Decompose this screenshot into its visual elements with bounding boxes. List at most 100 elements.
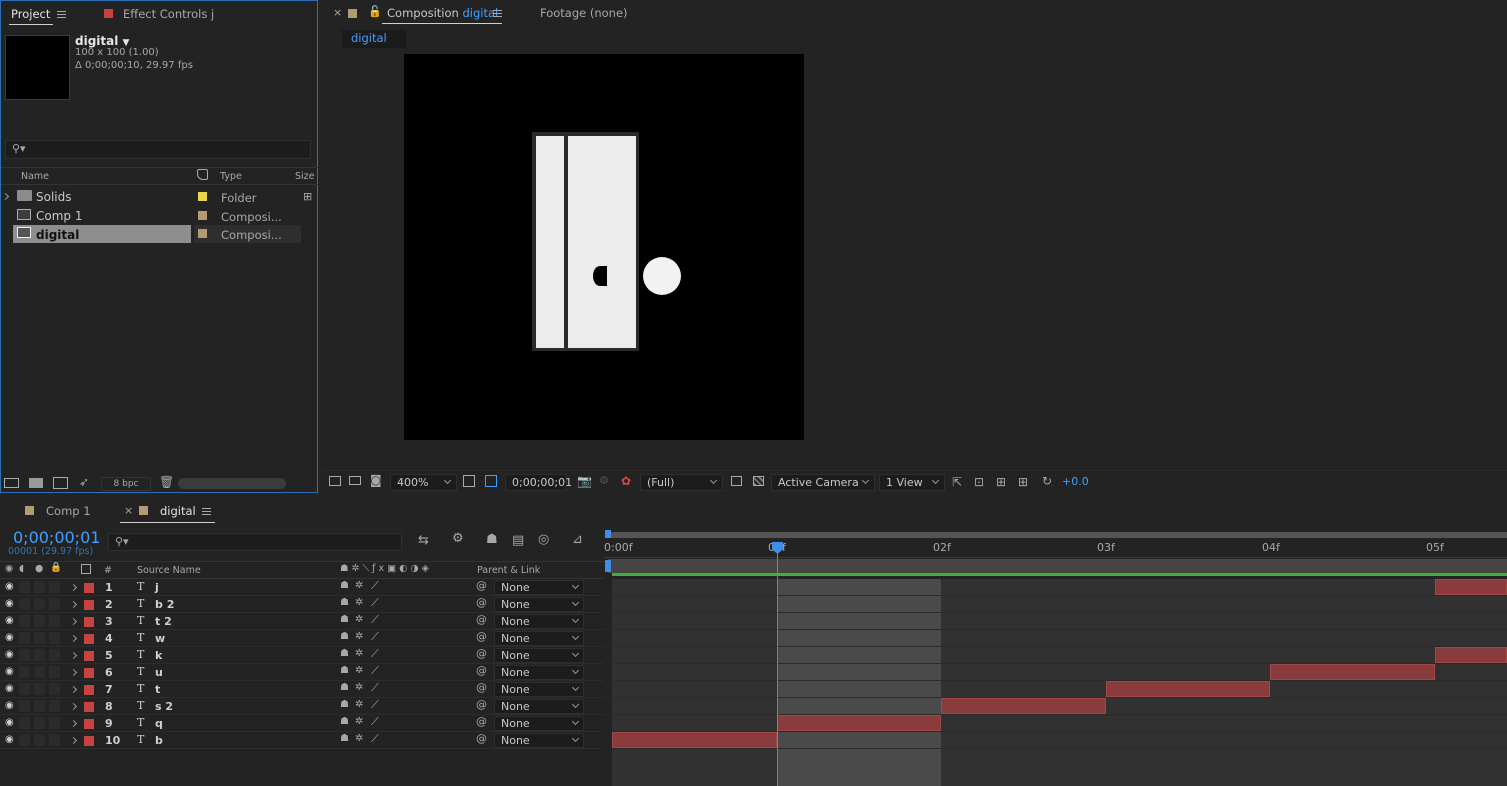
color-channels-icon[interactable]: ✿: [621, 474, 631, 488]
resolution-dropdown[interactable]: (Full): [640, 474, 723, 491]
selected-item-name[interactable]: digital ▼: [75, 34, 129, 48]
eye-icon[interactable]: ◉: [5, 615, 14, 626]
parent-dropdown[interactable]: None: [494, 597, 584, 612]
exposure-value[interactable]: +0.0: [1062, 475, 1089, 488]
parent-pickwhip-icon[interactable]: @: [476, 715, 487, 728]
shy-switch-icon[interactable]: ☗: [340, 733, 349, 744]
checkerboard-icon[interactable]: [753, 476, 764, 486]
layer-name[interactable]: s 2: [155, 700, 173, 713]
camera-dropdown[interactable]: Active Camera: [771, 474, 875, 491]
shy-switch-icon[interactable]: ☗: [340, 648, 349, 659]
audio-toggle[interactable]: [19, 700, 30, 712]
layer-row[interactable]: ◉ 3 Tt 2 ☗ ✲ ⟋ @ None: [0, 613, 604, 630]
quality-switch-icon[interactable]: ⟋: [371, 715, 379, 729]
timeline-icon[interactable]: ⊞: [996, 475, 1006, 489]
expand-chevron-icon[interactable]: [69, 702, 78, 711]
layer-name[interactable]: w: [155, 632, 165, 645]
shy-switch-icon[interactable]: ☗: [340, 665, 349, 676]
label-swatch[interactable]: [198, 211, 207, 220]
label-swatch[interactable]: [84, 600, 94, 610]
eye-icon[interactable]: ◉: [5, 581, 14, 592]
layer-row[interactable]: ◉ 6 Tu ☗ ✲ ⟋ @ None: [0, 664, 604, 681]
solo-toggle[interactable]: [34, 717, 45, 729]
quality-switch-icon[interactable]: ⟋: [371, 664, 379, 678]
close-icon[interactable]: ×: [124, 504, 133, 517]
eye-icon[interactable]: ◉: [5, 734, 14, 745]
label-swatch[interactable]: [84, 651, 94, 661]
label-swatch[interactable]: [84, 702, 94, 712]
bpc-button[interactable]: 8 bpc: [101, 477, 151, 491]
eye-icon[interactable]: ◉: [5, 598, 14, 609]
layer-name[interactable]: t 2: [155, 615, 172, 628]
layer-duration-bar[interactable]: [1434, 579, 1507, 595]
graph-editor-icon[interactable]: ⊿: [572, 532, 583, 547]
lock-toggle[interactable]: [49, 717, 60, 729]
timeline-search-input[interactable]: ⚲▾: [108, 533, 402, 551]
layer-name[interactable]: q: [155, 717, 163, 730]
parent-dropdown[interactable]: None: [494, 665, 584, 680]
audio-toggle[interactable]: [19, 666, 30, 678]
layer-row[interactable]: ◉ 8 Ts 2 ☗ ✲ ⟋ @ None: [0, 698, 604, 715]
parent-pickwhip-icon[interactable]: @: [476, 681, 487, 694]
eye-icon[interactable]: ◉: [5, 563, 13, 574]
expand-chevron-icon[interactable]: [69, 668, 78, 677]
collapse-switch-icon[interactable]: ✲: [355, 580, 363, 591]
collapse-switch-icon[interactable]: ✲: [355, 733, 363, 744]
motion-blur-icon[interactable]: ◎: [538, 532, 549, 547]
eye-icon[interactable]: ◉: [5, 700, 14, 711]
layer-row[interactable]: ◉ 1 Tj ☗ ✲ ⟋ @ None: [0, 579, 604, 596]
tab-digital[interactable]: digital: [160, 504, 196, 518]
layer-duration-bar[interactable]: [776, 715, 941, 731]
lock-toggle[interactable]: [49, 649, 60, 661]
audio-toggle[interactable]: [19, 598, 30, 610]
column-source-name[interactable]: Source Name: [137, 565, 201, 576]
label-tag-icon[interactable]: [197, 169, 208, 180]
parent-pickwhip-icon[interactable]: @: [476, 596, 487, 609]
interpret-footage-icon[interactable]: [4, 478, 19, 488]
audio-toggle[interactable]: [19, 734, 30, 746]
draft-3d-icon[interactable]: ⚙: [452, 531, 464, 546]
shy-switch-icon[interactable]: ☗: [340, 699, 349, 710]
collapse-switch-icon[interactable]: ✲: [355, 597, 363, 608]
parent-dropdown[interactable]: None: [494, 699, 584, 714]
project-search-input[interactable]: ⚲▾: [5, 140, 311, 159]
audio-toggle[interactable]: [19, 649, 30, 661]
current-time-display[interactable]: 0;00;00;01: [13, 528, 100, 547]
quality-switch-icon[interactable]: ⟋: [371, 732, 379, 746]
expand-chevron-icon[interactable]: [69, 634, 78, 643]
lock-icon[interactable]: 🔒: [50, 562, 62, 573]
shy-switch-icon[interactable]: ☗: [340, 631, 349, 642]
layer-duration-bar[interactable]: [612, 732, 777, 748]
solo-toggle[interactable]: [34, 734, 45, 746]
lock-toggle[interactable]: [49, 734, 60, 746]
solo-toggle[interactable]: [34, 632, 45, 644]
label-tag-icon[interactable]: [81, 564, 91, 574]
lock-toggle[interactable]: [49, 598, 60, 610]
expand-chevron-icon[interactable]: [69, 736, 78, 745]
always-preview-icon[interactable]: [329, 476, 341, 486]
layer-duration-bar[interactable]: [1434, 647, 1507, 663]
expand-chevron-icon[interactable]: [69, 600, 78, 609]
composition-canvas[interactable]: [404, 54, 804, 440]
trash-icon[interactable]: 🗑: [159, 475, 174, 489]
layer-row[interactable]: ◉ 2 Tb 2 ☗ ✲ ⟋ @ None: [0, 596, 604, 613]
layer-name[interactable]: u: [155, 666, 163, 679]
parent-pickwhip-icon[interactable]: @: [476, 579, 487, 592]
layer-duration-bar[interactable]: [941, 698, 1106, 714]
project-panel-menu-icon[interactable]: [57, 11, 66, 18]
timecode-display[interactable]: 0;00;00;01: [505, 474, 572, 491]
transparency-grid-icon[interactable]: [485, 475, 497, 487]
expand-chevron-icon[interactable]: [69, 583, 78, 592]
solo-toggle[interactable]: [34, 649, 45, 661]
parent-dropdown[interactable]: None: [494, 614, 584, 629]
layer-name[interactable]: k: [155, 649, 162, 662]
quality-switch-icon[interactable]: ⟋: [371, 681, 379, 695]
fast-preview-icon[interactable]: ⊡: [974, 475, 984, 489]
composition-mini-flowchart-icon[interactable]: ⇆: [418, 533, 429, 548]
collapse-switch-icon[interactable]: ✲: [355, 631, 363, 642]
list-item[interactable]: Comp 1 Composi...: [1, 207, 318, 225]
timeline-menu-icon[interactable]: [202, 508, 211, 515]
layer-row[interactable]: ◉ 7 Tt ☗ ✲ ⟋ @ None: [0, 681, 604, 698]
collapse-switch-icon[interactable]: ✲: [355, 614, 363, 625]
flowchart-icon[interactable]: ⊞: [303, 190, 312, 203]
